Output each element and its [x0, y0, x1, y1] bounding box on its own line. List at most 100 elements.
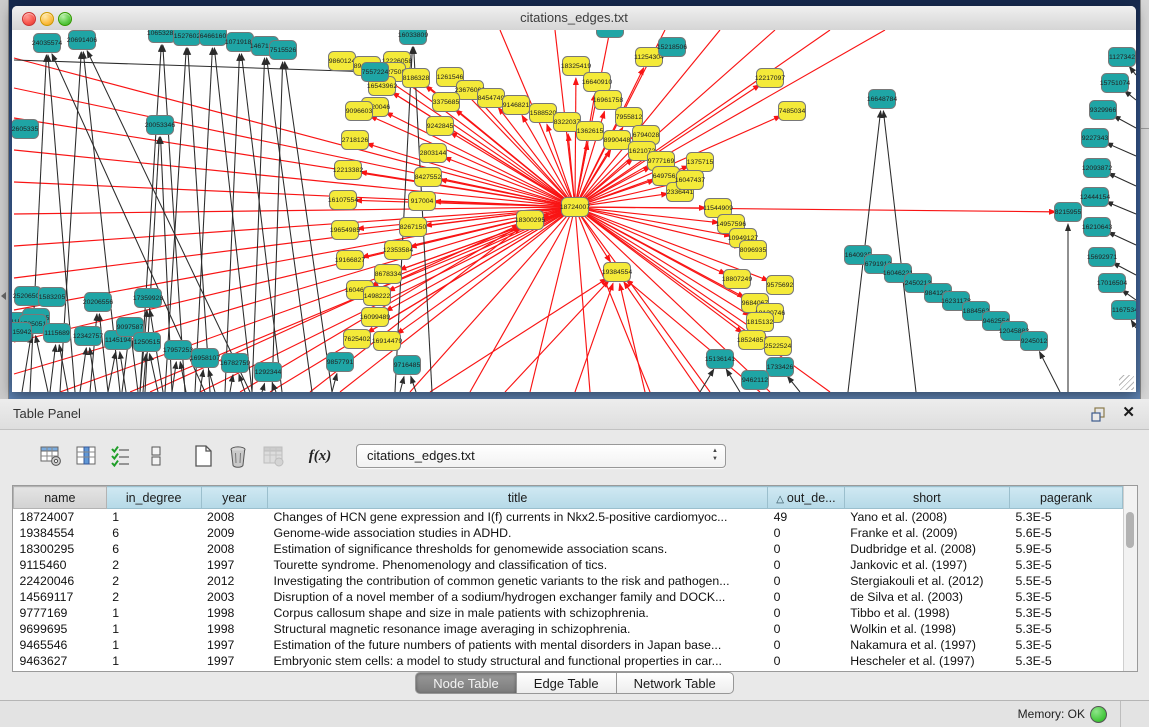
graph-edge[interactable]: [332, 374, 337, 392]
table-cell[interactable]: 9699695: [14, 621, 107, 637]
table-cell[interactable]: de Silva et al. (2003): [844, 589, 1009, 605]
graph-edge[interactable]: [505, 281, 609, 392]
table-row[interactable]: 1456911722003Disruption of a novel membe…: [14, 589, 1123, 605]
table-cell[interactable]: 5.9E-5: [1010, 541, 1123, 557]
table-cell[interactable]: 5.3E-5: [1010, 621, 1123, 637]
graph-edge[interactable]: [787, 376, 800, 392]
table-cell[interactable]: 1998: [201, 605, 268, 621]
graph-edge[interactable]: [624, 282, 700, 392]
table-cell[interactable]: 2009: [201, 525, 268, 541]
network-window-titlebar[interactable]: citations_edges.txt: [12, 6, 1136, 31]
import-table-button[interactable]: [260, 443, 286, 469]
table-cell[interactable]: Hescheler et al. (1997): [844, 653, 1009, 669]
scrollbar-thumb[interactable]: [1126, 512, 1134, 548]
memory-status-indicator[interactable]: [1090, 706, 1107, 723]
table-cell[interactable]: Investigating the contribution of common…: [268, 573, 768, 589]
graph-edge[interactable]: [262, 383, 265, 392]
graph-edge[interactable]: [1106, 202, 1136, 214]
table-row[interactable]: 969969511998Structural magnetic resonanc…: [14, 621, 1123, 637]
graph-edge[interactable]: [575, 207, 590, 392]
tab-edge-table[interactable]: Edge Table: [517, 672, 617, 694]
create-table-button[interactable]: [190, 443, 216, 469]
table-cell[interactable]: Estimation of the future numbers of pati…: [268, 637, 768, 653]
table-cell[interactable]: 0: [768, 541, 845, 557]
table-cell[interactable]: 6: [106, 525, 201, 541]
table-row[interactable]: 977716911998Corpus callosum shape and si…: [14, 605, 1123, 621]
table-cell[interactable]: 1997: [201, 637, 268, 653]
table-cell[interactable]: 6: [106, 541, 201, 557]
network-canvas[interactable]: 1872400798601248912954122260589127508165…: [12, 30, 1136, 392]
table-cell[interactable]: 5.3E-5: [1010, 653, 1123, 669]
table-cell[interactable]: 18300295: [14, 541, 107, 557]
column-header-name[interactable]: name: [14, 487, 107, 509]
left-panel-divider[interactable]: [0, 0, 9, 399]
table-cell[interactable]: 9463627: [14, 653, 107, 669]
table-cell[interactable]: 0: [768, 621, 845, 637]
table-row[interactable]: 1872400712008Changes of HCN gene express…: [14, 509, 1123, 526]
table-cell[interactable]: Tourette syndrome. Phenomenology and cla…: [268, 557, 768, 573]
table-cell[interactable]: Stergiakouli et al. (2012): [844, 573, 1009, 589]
graph-edge[interactable]: [30, 55, 46, 392]
float-panel-icon[interactable]: [1091, 406, 1107, 422]
table-scrollbar[interactable]: [1123, 486, 1137, 671]
function-builder-button[interactable]: f(x): [307, 443, 333, 469]
graph-edge[interactable]: [1108, 232, 1136, 245]
table-cell[interactable]: Structural magnetic resonance image aver…: [268, 621, 768, 637]
table-cell[interactable]: 0: [768, 605, 845, 621]
table-cell[interactable]: 5.3E-5: [1010, 589, 1123, 605]
table-cell[interactable]: Estimation of significance thresholds fo…: [268, 541, 768, 557]
table-cell[interactable]: 0: [768, 653, 845, 669]
graph-edge[interactable]: [1131, 320, 1136, 328]
select-column-button[interactable]: [73, 443, 99, 469]
table-cell[interactable]: 1: [106, 637, 201, 653]
table-cell[interactable]: 2003: [201, 589, 268, 605]
table-cell[interactable]: 2: [106, 589, 201, 605]
graph-edge[interactable]: [1108, 173, 1136, 186]
table-cell[interactable]: 5.3E-5: [1010, 605, 1123, 621]
graph-edge[interactable]: [163, 45, 185, 392]
table-cell[interactable]: 5.5E-5: [1010, 573, 1123, 589]
table-cell[interactable]: 1998: [201, 621, 268, 637]
table-row[interactable]: 946554611997Estimation of the future num…: [14, 637, 1123, 653]
graph-edge[interactable]: [172, 362, 176, 392]
table-cell[interactable]: 0: [768, 637, 845, 653]
table-cell[interactable]: 9115460: [14, 557, 107, 573]
tab-network-table[interactable]: Network Table: [617, 672, 734, 694]
table-cell[interactable]: 0: [768, 573, 845, 589]
table-cell[interactable]: 2008: [201, 541, 268, 557]
table-cell[interactable]: 14569117: [14, 589, 107, 605]
table-cell[interactable]: 5.6E-5: [1010, 525, 1123, 541]
table-cell[interactable]: 2008: [201, 509, 268, 526]
table-cell[interactable]: 2012: [201, 573, 268, 589]
graph-edge[interactable]: [400, 377, 404, 392]
graph-edge[interactable]: [726, 369, 740, 392]
table-row[interactable]: 1830029562008Estimation of significance …: [14, 541, 1123, 557]
tab-node-table[interactable]: Node Table: [415, 672, 517, 694]
table-cell[interactable]: Genome-wide association studies in ADHD.: [268, 525, 768, 541]
table-cell[interactable]: 1: [106, 509, 201, 526]
table-row[interactable]: 1938455462009Genome-wide association stu…: [14, 525, 1123, 541]
table-cell[interactable]: Corpus callosum shape and size in male p…: [268, 605, 768, 621]
table-cell[interactable]: 0: [768, 557, 845, 573]
table-cell[interactable]: 0: [768, 525, 845, 541]
column-header-title[interactable]: title: [268, 487, 768, 509]
table-cell[interactable]: 1: [106, 605, 201, 621]
table-cell[interactable]: 9465546: [14, 637, 107, 653]
table-cell[interactable]: 1997: [201, 557, 268, 573]
table-cell[interactable]: 22420046: [14, 573, 107, 589]
table-row[interactable]: 911546021997Tourette syndrome. Phenomeno…: [14, 557, 1123, 573]
graph-edge[interactable]: [1106, 143, 1136, 156]
graph-edge[interactable]: [1039, 352, 1060, 392]
graph-edge[interactable]: [99, 314, 108, 392]
column-header-pagerank[interactable]: pagerank: [1010, 487, 1123, 509]
graph-edge[interactable]: [239, 374, 245, 392]
table-cell[interactable]: Jankovic et al. (1997): [844, 557, 1009, 573]
table-cell[interactable]: 5.3E-5: [1010, 637, 1123, 653]
table-cell[interactable]: Nakamura et al. (1997): [844, 637, 1009, 653]
select-rows-button[interactable]: [108, 443, 134, 469]
table-cell[interactable]: 5.3E-5: [1010, 509, 1123, 526]
graph-edge[interactable]: [883, 111, 916, 392]
graph-edge[interactable]: [50, 345, 56, 392]
column-header-in_degree[interactable]: in_degree: [106, 487, 201, 509]
graph-edge[interactable]: [188, 48, 210, 392]
